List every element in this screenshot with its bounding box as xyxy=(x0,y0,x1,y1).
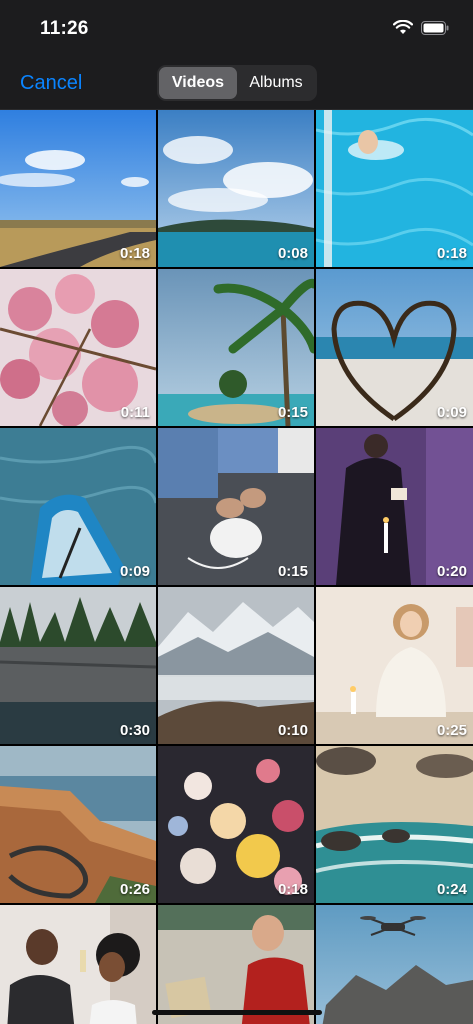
segmented-control: Videos Albums xyxy=(157,65,317,101)
video-duration: 0:30 xyxy=(119,722,150,739)
home-indicator[interactable] xyxy=(152,1010,322,1015)
video-duration: 0:18 xyxy=(436,245,467,262)
blossoms-thumbnail-image xyxy=(0,269,156,426)
video-duration: 0:18 xyxy=(119,245,150,262)
palm-beach-thumbnail-image xyxy=(158,269,314,426)
status-icons xyxy=(393,20,449,35)
sneakers-thumbnail-image xyxy=(158,428,314,585)
video-thumbnail[interactable]: 0:25 xyxy=(316,587,473,744)
video-thumbnail[interactable]: 0:18 xyxy=(316,110,473,267)
video-duration: 0:09 xyxy=(436,404,467,421)
video-duration: 0:10 xyxy=(277,722,308,739)
rocky-shore-thumbnail-image xyxy=(316,746,473,903)
man-map-thumbnail-image xyxy=(158,905,314,1024)
cancel-button[interactable]: Cancel xyxy=(20,72,82,95)
status-time: 11:26 xyxy=(40,18,89,39)
video-thumbnail[interactable] xyxy=(0,905,156,1024)
paddle-board-thumbnail-image xyxy=(0,428,156,585)
road-thumbnail-image xyxy=(0,110,156,267)
video-thumbnail[interactable]: 0:26 xyxy=(0,746,156,903)
navigation-bar: Cancel Videos Albums xyxy=(0,58,473,110)
segment-albums[interactable]: Albums xyxy=(237,67,315,99)
video-thumbnail[interactable]: 0:15 xyxy=(158,428,314,585)
video-duration: 0:09 xyxy=(119,563,150,580)
video-duration: 0:15 xyxy=(277,404,308,421)
video-thumbnail[interactable]: 0:18 xyxy=(158,746,314,903)
video-duration: 0:18 xyxy=(277,881,308,898)
heart-driftwood-thumbnail-image xyxy=(316,269,473,426)
battery-icon xyxy=(421,20,449,35)
video-thumbnail[interactable]: 0:10 xyxy=(158,587,314,744)
woman-candle-thumbnail-image xyxy=(316,587,473,744)
video-duration: 0:08 xyxy=(277,245,308,262)
mountains-thumbnail-image xyxy=(158,587,314,744)
swimmer-thumbnail-image xyxy=(316,110,473,267)
segment-videos[interactable]: Videos xyxy=(159,67,237,99)
video-duration: 0:11 xyxy=(120,404,150,421)
cliffs-thumbnail-image xyxy=(0,587,156,744)
video-duration: 0:20 xyxy=(436,563,467,580)
wifi-icon xyxy=(393,20,413,35)
video-thumbnail[interactable] xyxy=(316,905,473,1024)
video-thumbnail[interactable]: 0:11 xyxy=(0,269,156,426)
couple-thumbnail-image xyxy=(0,905,156,1024)
drone-thumbnail-image xyxy=(316,905,473,1024)
reading-thumbnail-image xyxy=(316,428,473,585)
video-thumbnail[interactable]: 0:24 xyxy=(316,746,473,903)
video-thumbnail[interactable] xyxy=(158,905,314,1024)
video-duration: 0:25 xyxy=(436,722,467,739)
flowers-thumbnail-image xyxy=(158,746,314,903)
video-duration: 0:24 xyxy=(436,881,467,898)
video-thumbnail[interactable]: 0:09 xyxy=(0,428,156,585)
video-thumbnail[interactable]: 0:18 xyxy=(0,110,156,267)
video-duration: 0:26 xyxy=(119,881,150,898)
video-thumbnail[interactable]: 0:20 xyxy=(316,428,473,585)
island-thumbnail-image xyxy=(158,110,314,267)
coastal-road-thumbnail-image xyxy=(0,746,156,903)
video-thumbnail[interactable]: 0:09 xyxy=(316,269,473,426)
video-thumbnail[interactable]: 0:15 xyxy=(158,269,314,426)
status-bar: 11:26 xyxy=(0,0,473,58)
video-thumbnail[interactable]: 0:08 xyxy=(158,110,314,267)
video-duration: 0:15 xyxy=(277,563,308,580)
video-thumbnail[interactable]: 0:30 xyxy=(0,587,156,744)
video-grid: 0:18 0:08 0:18 0:11 0:15 0:09 0:09 0:15 … xyxy=(0,110,473,1024)
